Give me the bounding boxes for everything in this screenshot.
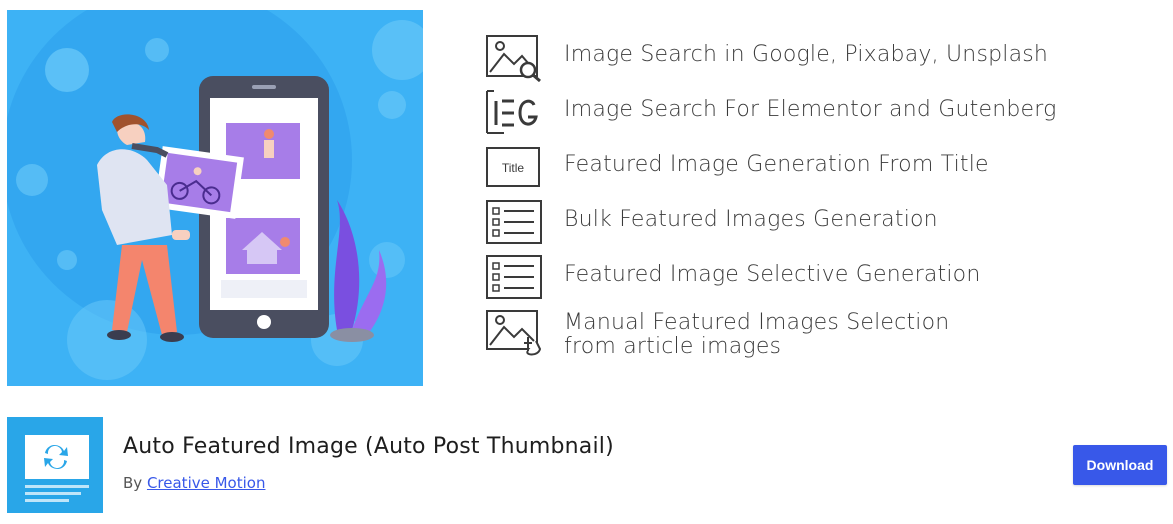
feature-text: Manual Featured Images Selection from ar… bbox=[564, 310, 950, 359]
feature-item: Bulk Featured Images Generation bbox=[484, 195, 1164, 250]
feature-text: Featured Image Selective Generation bbox=[564, 262, 981, 287]
plugin-banner: Image Search in Google, Pixabay, Unsplas… bbox=[0, 0, 1173, 400]
svg-text:Title: Title bbox=[502, 161, 525, 175]
feature-item: Image Search For Elementor and Gutenberg bbox=[484, 85, 1164, 140]
hero-illustration bbox=[7, 10, 423, 386]
checklist-icon bbox=[486, 200, 542, 244]
feature-item: Title Featured Image Generation From Tit… bbox=[484, 140, 1164, 195]
elementor-gutenberg-icon bbox=[486, 90, 538, 134]
plugin-title[interactable]: Auto Featured Image (Auto Post Thumbnail… bbox=[123, 434, 614, 459]
feature-item: Image Search in Google, Pixabay, Unsplas… bbox=[484, 30, 1164, 85]
feature-item: Featured Image Selective Generation bbox=[484, 250, 1164, 305]
feature-text: Featured Image Generation From Title bbox=[564, 152, 989, 177]
feature-text: Image Search For Elementor and Gutenberg bbox=[564, 97, 1057, 122]
plugin-author-line: By Creative Motion bbox=[123, 474, 265, 492]
title-icon: Title bbox=[486, 147, 540, 187]
author-link[interactable]: Creative Motion bbox=[147, 474, 266, 492]
checklist-icon bbox=[486, 255, 542, 299]
feature-text: Bulk Featured Images Generation bbox=[564, 207, 938, 232]
feature-list: Image Search in Google, Pixabay, Unsplas… bbox=[484, 30, 1164, 360]
image-click-icon bbox=[486, 310, 542, 356]
plugin-info-row: Auto Featured Image (Auto Post Thumbnail… bbox=[0, 400, 1173, 524]
feature-text: Image Search in Google, Pixabay, Unsplas… bbox=[564, 42, 1049, 67]
feature-item: Manual Featured Images Selection from ar… bbox=[484, 305, 1164, 360]
by-label: By bbox=[123, 474, 143, 492]
image-search-icon bbox=[486, 35, 541, 82]
download-button[interactable]: Download bbox=[1073, 445, 1167, 485]
plugin-icon[interactable] bbox=[7, 417, 103, 513]
